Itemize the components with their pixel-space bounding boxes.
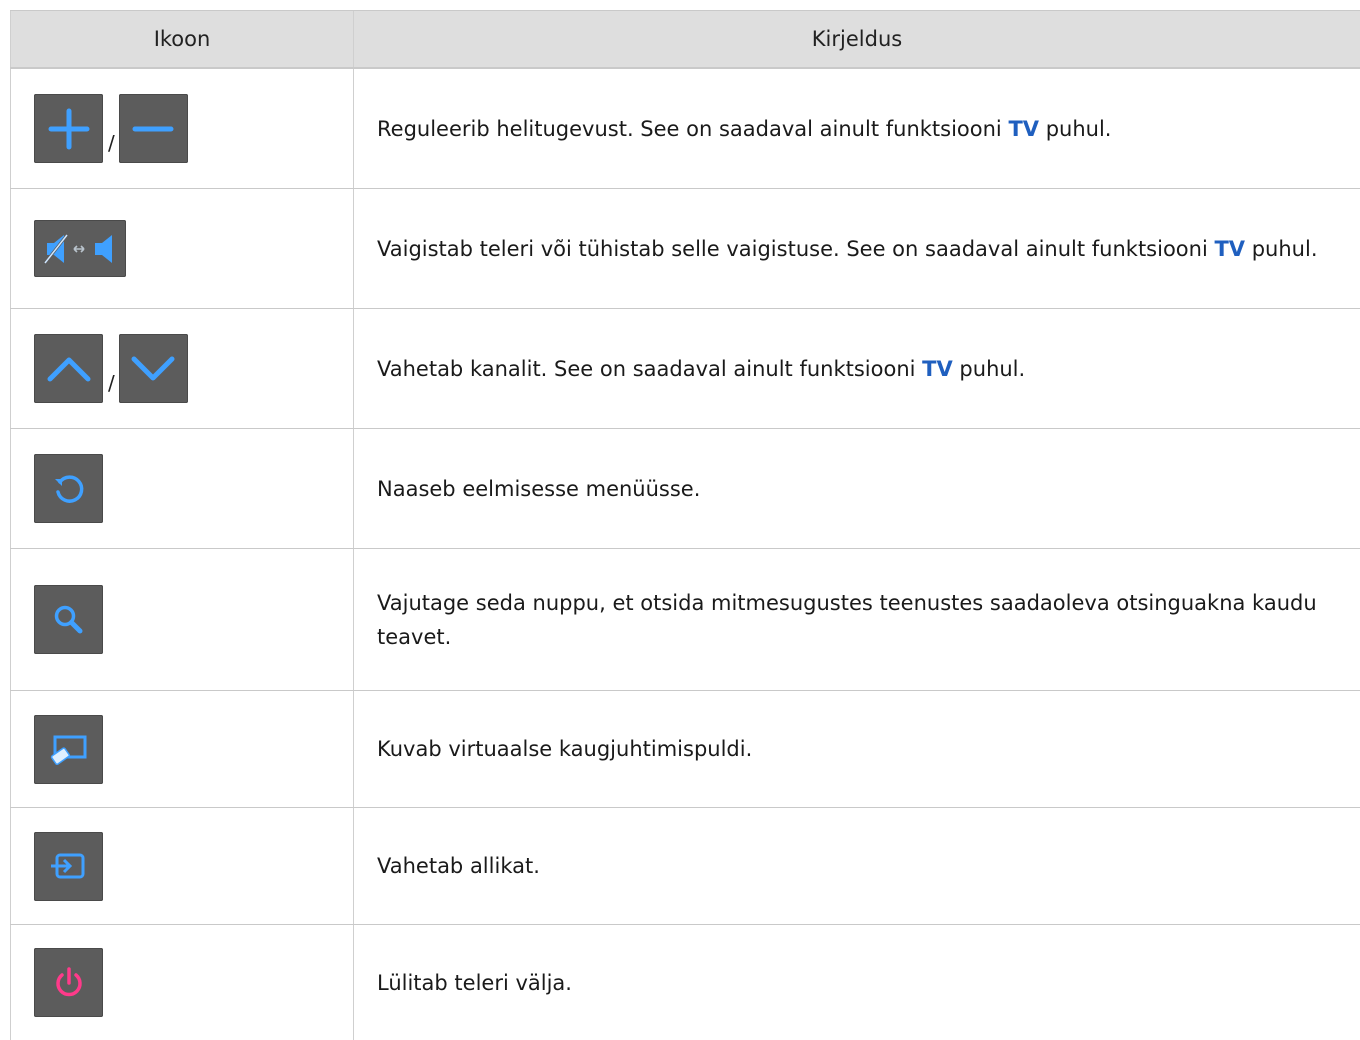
volume-down-icon — [118, 94, 188, 163]
row-description: Vajutage seda nuppu, et otsida mitmesugu… — [377, 590, 1317, 649]
icon-separator: / — [108, 130, 115, 155]
row-description: Vahetab kanalit. See on saadaval ainult … — [377, 356, 1026, 381]
icon-separator: / — [108, 370, 115, 395]
source-icon — [34, 831, 103, 901]
channel-down-icon — [118, 334, 188, 403]
icon-table: Ikoon Kirjeldus / Reguleerib helitugevus… — [10, 10, 1360, 1040]
table-row: Naaseb eelmisesse menüüsse. — [10, 429, 1360, 549]
search-icon — [34, 585, 103, 654]
row-description: Reguleerib helitugevust. See on saadaval… — [377, 116, 1112, 141]
volume-up-icon — [34, 94, 103, 163]
power-icon — [34, 948, 103, 1017]
row-description: Naaseb eelmisesse menüüsse. — [377, 476, 701, 501]
header-description-column: Kirjeldus — [811, 27, 903, 51]
row-description: Vaigistab teleri või tühistab selle vaig… — [377, 236, 1318, 261]
row-description: Kuvab virtuaalse kaugjuhtimispuldi. — [377, 737, 753, 761]
table-row: Kuvab virtuaalse kaugjuhtimispuldi. — [10, 691, 1360, 808]
table-row: / Vahetab kanalit. See on saadaval ainul… — [10, 309, 1360, 429]
table-header: Ikoon Kirjeldus — [10, 11, 1360, 69]
table-row: Vahetab allikat. — [10, 808, 1360, 925]
table-row: / Reguleerib helitugevust. See on saadav… — [10, 69, 1360, 189]
table-row: Vaigistab teleri või tühistab selle vaig… — [10, 189, 1360, 309]
row-description: Vahetab allikat. — [377, 854, 540, 878]
virtual-remote-icon — [34, 714, 103, 784]
return-icon — [34, 454, 103, 523]
mute-toggle-icon — [34, 220, 126, 277]
row-description: Lülitab teleri välja. — [377, 970, 572, 995]
channel-up-icon — [34, 334, 103, 403]
table-row: Lülitab teleri välja. — [10, 925, 1360, 1040]
table-row: Vajutage seda nuppu, et otsida mitmesugu… — [10, 549, 1360, 691]
header-icon-column: Ikoon — [10, 11, 354, 67]
